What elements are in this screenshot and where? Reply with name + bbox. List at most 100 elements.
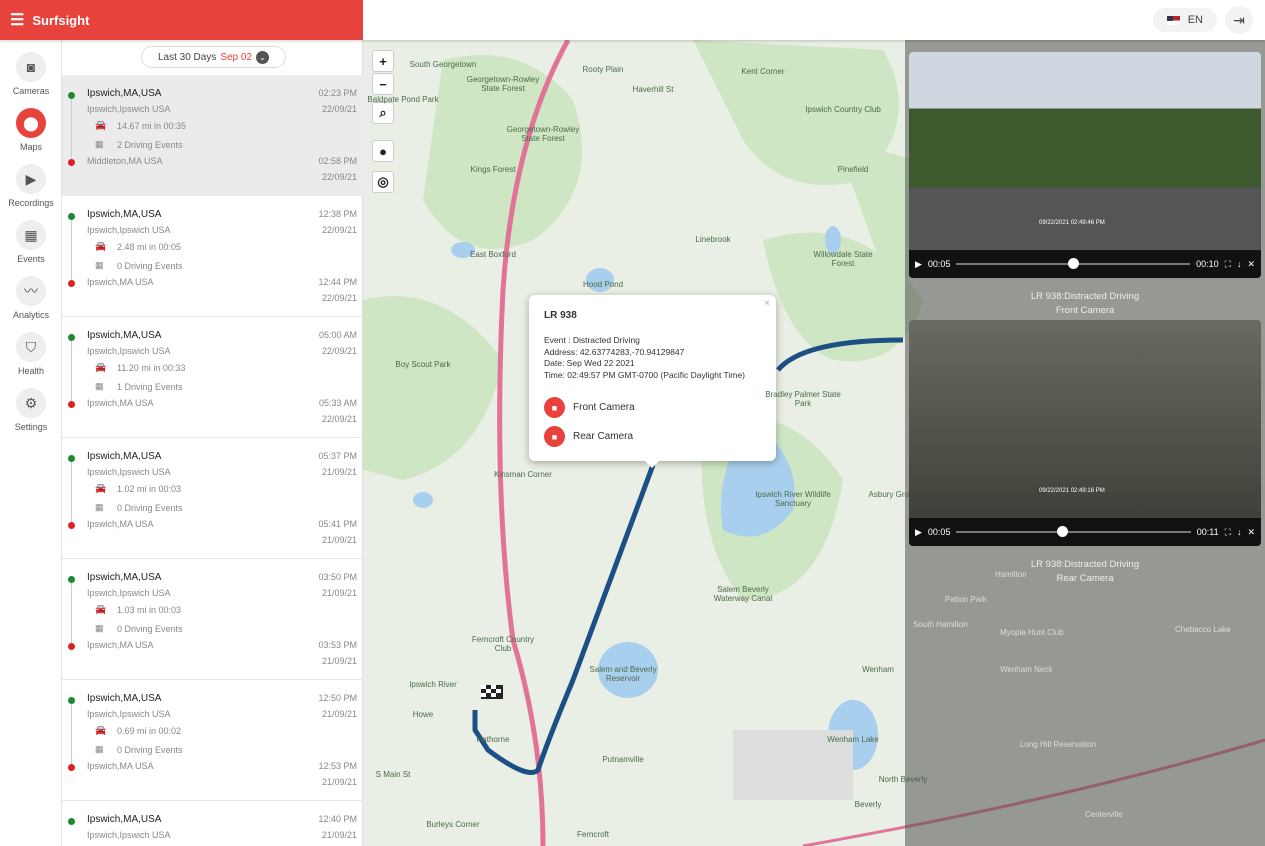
- seek-knob[interactable]: [1068, 258, 1080, 269]
- sidebar-item-analytics[interactable]: 〰 Analytics: [0, 276, 62, 320]
- trip-start-date: 22/09/21: [321, 225, 357, 235]
- start-dot: [68, 334, 75, 341]
- seek-knob[interactable]: [1056, 526, 1068, 537]
- popup-time: Time: 02:49:57 PM GMT-0700 (Pacific Dayl…: [544, 369, 745, 380]
- trip-start-date: 21/09/21: [321, 467, 357, 477]
- trip-start-time: 03:50 PM: [318, 572, 357, 582]
- trip-end-date: 21/09/21: [321, 656, 357, 666]
- map-label: Haverhill St: [632, 85, 674, 94]
- video-overlay: 09/22/2021 02:49:46 PM ▶ 00:05 00:10 ⛶ ↓ ✕ …: [905, 40, 1265, 846]
- map-label: Kent Corner: [741, 67, 785, 76]
- range-date: Sep 02: [220, 51, 253, 63]
- chart-line-icon: 〰: [16, 276, 46, 306]
- sidebar-item-events[interactable]: ▦ Events: [0, 220, 62, 264]
- trip-from-sub: Ipswich,Ipswich USA: [87, 346, 171, 356]
- trip-events: 0 Driving Events: [117, 503, 183, 513]
- sidebar-nav: ◙ Cameras ⬤ Maps ▶ Recordings ▦ Events 〰 Analytic…: [0, 40, 62, 846]
- start-dot: [68, 697, 75, 704]
- chevron-down-icon: ⌄: [256, 50, 270, 64]
- trip-item[interactable]: Ipswich,MA,USA Ipswich,Ipswich USA 05:00…: [62, 317, 363, 438]
- logout-icon[interactable]: ⇥: [1225, 6, 1253, 34]
- download-icon[interactable]: ↓: [1237, 259, 1242, 269]
- trip-item[interactable]: Ipswich,MA,USA Ipswich,Ipswich USA 12:38…: [62, 196, 363, 317]
- close-icon[interactable]: ×: [764, 298, 770, 309]
- top-bar: ☰ Surfsight EN ⇥: [0, 0, 1265, 40]
- map-pin-icon[interactable]: ●: [372, 140, 394, 162]
- sidebar-item-maps[interactable]: ⬤ Maps: [0, 108, 62, 152]
- map-label: Rooty Plain: [582, 65, 624, 74]
- trip-item[interactable]: Ipswich,MA,USA Ipswich,Ipswich USA 03:50…: [62, 559, 363, 680]
- play-icon[interactable]: ▶: [915, 259, 922, 270]
- start-dot: [68, 213, 75, 220]
- trip-end-date: 21/09/21: [321, 777, 357, 787]
- map-label: Hood Pond: [582, 280, 624, 289]
- language-selector[interactable]: EN: [1152, 8, 1217, 32]
- trip-end-time: 02:58 PM: [318, 156, 357, 166]
- trip-from: Ipswich,MA,USA: [87, 572, 162, 583]
- map-label: Myopia Hunt Club: [1000, 628, 1064, 637]
- trip-start-time: 05:37 PM: [318, 451, 357, 461]
- map-label: Chebacco Lake: [1175, 625, 1231, 634]
- map-label: Hamilton: [995, 570, 1027, 579]
- app-title: Surfsight: [32, 12, 90, 28]
- search-icon[interactable]: ⌕: [372, 102, 394, 124]
- trip-item[interactable]: Ipswich,MA,USA Ipswich,Ipswich USA 12:50…: [62, 680, 363, 801]
- end-dot: [68, 401, 75, 408]
- trip-end-date: 22/09/21: [321, 414, 357, 424]
- seek-bar[interactable]: [956, 526, 1191, 537]
- video-camera-icon: ■: [544, 397, 565, 418]
- trip-from: Ipswich,MA,USA: [87, 88, 162, 99]
- trip-start-date: 21/09/21: [321, 830, 357, 840]
- trip-end-time: 05:41 PM: [318, 519, 357, 529]
- seek-bar[interactable]: [956, 258, 1191, 269]
- trip-end-date: 22/09/21: [321, 172, 357, 182]
- close-icon[interactable]: ✕: [1247, 527, 1255, 538]
- map-label: Kings Forest: [470, 165, 516, 174]
- trip-end-time: 12:44 PM: [318, 277, 357, 287]
- trip-distance: 11.20 mi in 00:33: [117, 363, 186, 373]
- map-label: Ipswich Country Club: [805, 105, 881, 114]
- trip-start-time: 12:38 PM: [318, 209, 357, 219]
- calendar-icon: ▦: [95, 502, 104, 512]
- end-dot: [68, 280, 75, 287]
- play-icon[interactable]: ▶: [915, 527, 922, 538]
- locate-icon[interactable]: ◎: [372, 171, 394, 193]
- zoom-in-button[interactable]: +: [372, 50, 394, 72]
- sidebar-item-recordings[interactable]: ▶ Recordings: [0, 164, 62, 208]
- map-label: Baldpate Pond Park: [367, 95, 439, 104]
- duration: 00:10: [1196, 259, 1219, 269]
- fullscreen-icon[interactable]: ⛶: [1225, 527, 1231, 538]
- nav-label: Maps: [19, 142, 42, 152]
- sidebar-item-health[interactable]: ⛉ Health: [0, 332, 62, 376]
- front-camera-video[interactable]: 09/22/2021 02:49:46 PM ▶ 00:05 00:10 ⛶ ↓ ✕: [909, 52, 1261, 278]
- trip-start-time: 05:00 AM: [318, 330, 357, 340]
- zoom-out-button[interactable]: −: [372, 73, 394, 95]
- map-label: East Boxford: [470, 250, 516, 259]
- trip-to: Ipswich,MA USA: [87, 761, 154, 771]
- close-icon[interactable]: ✕: [1247, 259, 1255, 270]
- date-range-filter[interactable]: Last 30 Days Sep 02 ⌄: [141, 46, 286, 68]
- download-icon[interactable]: ↓: [1237, 527, 1242, 537]
- end-dot: [68, 522, 75, 529]
- trip-events: 1 Driving Events: [117, 382, 183, 392]
- trip-list[interactable]: Last 30 Days Sep 02 ⌄ Ipswich,MA,USA Ips…: [62, 40, 363, 846]
- video-caption: LR 938:Distracted Driving Front Camera: [905, 290, 1265, 318]
- trip-to: Middleton,MA USA: [87, 156, 163, 166]
- nav-label: Cameras: [12, 86, 50, 96]
- trip-item[interactable]: Ipswich,MA,USA Ipswich,Ipswich USA 05:37…: [62, 438, 363, 559]
- front-camera-button[interactable]: ■ Front Camera: [544, 397, 761, 418]
- rear-camera-video[interactable]: 09/22/2021 02:49:16 PM ▶ 00:05 00:11 ⛶ ↓ ✕: [909, 320, 1261, 546]
- fullscreen-icon[interactable]: ⛶: [1225, 259, 1231, 270]
- trip-start-time: 02:23 PM: [318, 88, 357, 98]
- map-label: Salem and Beverly Reservoir: [589, 665, 657, 683]
- trip-from: Ipswich,MA,USA: [87, 693, 162, 704]
- trip-item[interactable]: Ipswich,MA,USA Ipswich,Ipswich USA 12:40…: [62, 801, 363, 846]
- sidebar-item-cameras[interactable]: ◙ Cameras: [0, 52, 62, 96]
- event-popup: × LR 938 Event : Distracted Driving Addr…: [529, 295, 776, 468]
- sidebar-item-settings[interactable]: ⚙ Settings: [0, 388, 62, 432]
- trip-events: 0 Driving Events: [117, 745, 183, 755]
- rear-camera-button[interactable]: ■ Rear Camera: [544, 426, 761, 447]
- trip-to: Ipswich,MA USA: [87, 277, 154, 287]
- trip-item[interactable]: Ipswich,MA,USA Ipswich,Ipswich USA 02:23…: [62, 75, 363, 196]
- menu-icon[interactable]: ☰: [10, 10, 24, 30]
